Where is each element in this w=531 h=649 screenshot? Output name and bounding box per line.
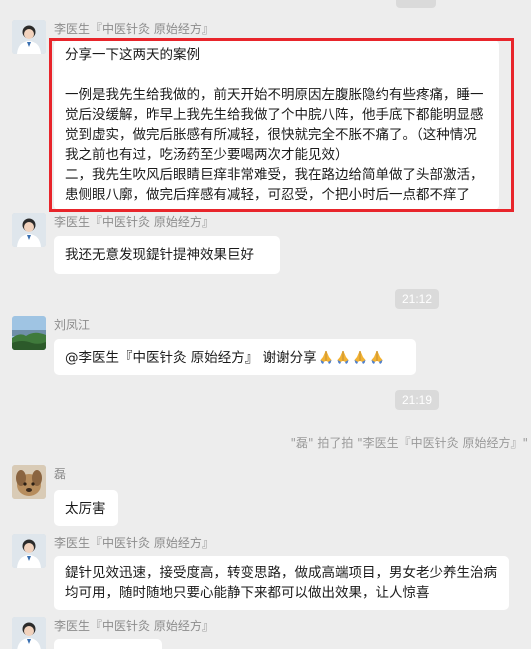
time-pill-cut — [396, 0, 436, 8]
pat-notification: "磊" 拍了拍 "李医生『中医针灸 原始经方』" — [290, 436, 528, 450]
time-pill: 21:19 — [395, 390, 440, 410]
dog-avatar[interactable] — [12, 465, 46, 499]
doctor-avatar[interactable] — [12, 20, 46, 54]
message-bubble[interactable]: 我还无意发现鍉针提神效果巨好 — [54, 236, 280, 274]
message-bubble[interactable]: 分享一下这两天的案例 一例是我先生给我做的，前天开始不明原因左腹胀隐约有些疼痛，… — [54, 40, 499, 210]
message-paragraph: 一例是我先生给我做的，前天开始不明原因左腹胀隐约有些疼痛，睡一觉后没缓解，昨早上… — [65, 87, 484, 163]
doctor-avatar[interactable] — [12, 617, 46, 649]
message-paragraph: 分享一下这两天的案例 — [65, 47, 200, 63]
message-paragraph: 二，我先生吹风后眼睛巨痒非常难受，我在路边给简单做了头部激活，患侧眼八廓，做完后… — [65, 167, 484, 203]
folded-hands-icon — [318, 349, 334, 365]
sender-name: 李医生『中医针灸 原始经方』 — [54, 215, 214, 229]
doctor-avatar[interactable] — [12, 213, 46, 247]
message-bubble-partial[interactable] — [54, 639, 162, 649]
folded-hands-icon — [369, 349, 385, 365]
sender-name: 刘凤江 — [54, 318, 91, 332]
chat-window[interactable]: 李医生『中医针灸 原始经方』 分享一下这两天的案例 一例是我先生给我做的，前天开… — [0, 0, 531, 649]
message-text: 我还无意发现鍉针提神效果巨好 — [65, 247, 254, 263]
message-bubble[interactable]: 太厉害 — [54, 490, 118, 526]
sender-name: 李医生『中医针灸 原始经方』 — [54, 619, 214, 633]
message-bubble[interactable]: 鍉针见效迅速，接受度高，转变思路，做成高端项目，男女老少养生治病均可用，随时随地… — [54, 556, 509, 610]
message-text: 鍉针见效迅速，接受度高，转变思路，做成高端项目，男女老少养生治病均可用，随时随地… — [65, 565, 497, 601]
message-bubble[interactable]: @李医生『中医针灸 原始经方』 谢谢分享 — [54, 339, 416, 375]
sender-name: 李医生『中医针灸 原始经方』 — [54, 536, 214, 550]
sender-name: 李医生『中医针灸 原始经方』 — [54, 22, 214, 36]
landscape-avatar[interactable] — [12, 316, 46, 350]
message-text: @李医生『中医针灸 原始经方』 谢谢分享 — [65, 350, 317, 366]
time-pill: 21:12 — [395, 289, 440, 309]
folded-hands-icon — [335, 349, 351, 365]
sender-name: 磊 — [54, 467, 67, 481]
message-text: 太厉害 — [65, 501, 106, 517]
doctor-avatar[interactable] — [12, 534, 46, 568]
folded-hands-icons — [317, 350, 385, 366]
folded-hands-icon — [352, 349, 368, 365]
